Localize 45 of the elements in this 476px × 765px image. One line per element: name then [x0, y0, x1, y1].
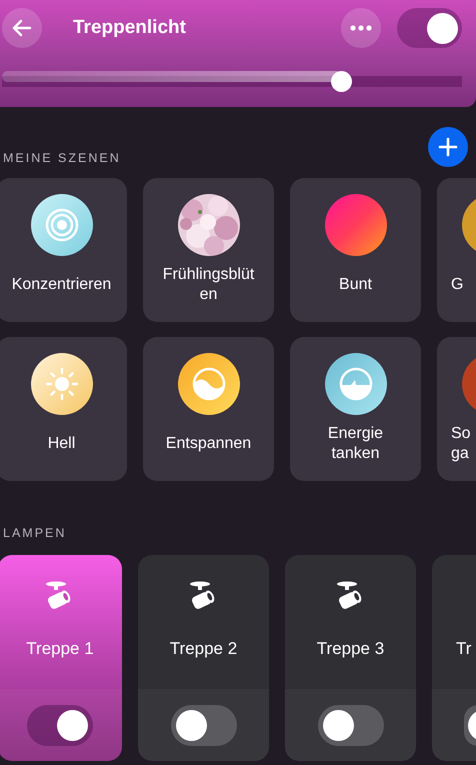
- slider-thumb[interactable]: [331, 71, 352, 92]
- lamp-name: Treppe 2: [170, 639, 238, 659]
- section-title: MEINE SZENEN: [3, 151, 121, 165]
- color-gradient-icon: [324, 194, 386, 256]
- lamp-card[interactable]: Treppe 3: [285, 555, 416, 761]
- lamp-name: Treppe 3: [316, 639, 384, 659]
- scene-name: So ga: [451, 424, 472, 464]
- scene-name: Energie tanken: [326, 424, 384, 464]
- add-button[interactable]: [428, 127, 468, 167]
- lamp-toggle[interactable]: [464, 704, 476, 746]
- back-button[interactable]: [2, 8, 42, 48]
- scene-card[interactable]: Bunt: [290, 178, 421, 322]
- sun-icon: [30, 353, 92, 415]
- more-icon: [350, 25, 372, 31]
- section-title: LAMPEN: [3, 526, 66, 540]
- lamp-name: Tr: [456, 639, 472, 659]
- lamp-toggle[interactable]: [318, 704, 384, 746]
- scene-card[interactable]: Energie tanken: [290, 337, 421, 481]
- lamp-card[interactable]: Tr: [432, 555, 476, 761]
- scene-name: Konzentrieren: [12, 275, 112, 295]
- scene-card[interactable]: Hell: [0, 337, 127, 481]
- scene-name: Entspannen: [166, 434, 252, 454]
- lamp-toggle[interactable]: [170, 704, 236, 746]
- scene-card[interactable]: Frühlingsblüten: [143, 178, 274, 322]
- more-button[interactable]: [341, 8, 381, 48]
- brightness-slider[interactable]: [2, 71, 462, 92]
- plus-icon: [438, 137, 458, 157]
- scene-card[interactable]: So ga: [437, 337, 476, 481]
- scene-card[interactable]: Entspannen: [143, 337, 274, 481]
- scene-name: Hell: [48, 434, 76, 454]
- scene-card[interactable]: G: [437, 178, 476, 322]
- power-toggle[interactable]: [397, 8, 462, 48]
- lamp-card[interactable]: Treppe 1: [0, 555, 122, 761]
- lamp-card[interactable]: Treppe 2: [138, 555, 269, 761]
- screen-title: Treppenlicht: [73, 17, 187, 39]
- scene-name: Frühlingsblüten: [162, 265, 256, 305]
- scene-card[interactable]: Konzentrieren: [0, 178, 127, 322]
- scene-name: G: [451, 275, 464, 295]
- yin-yang-icon: [178, 353, 240, 415]
- charge-icon: [324, 353, 386, 415]
- lamp-name: Treppe 1: [26, 639, 94, 659]
- target-icon: [30, 194, 92, 256]
- lamp-toggle[interactable]: [27, 704, 93, 746]
- back-arrow-icon: [12, 19, 32, 37]
- scene-name: Bunt: [339, 275, 372, 295]
